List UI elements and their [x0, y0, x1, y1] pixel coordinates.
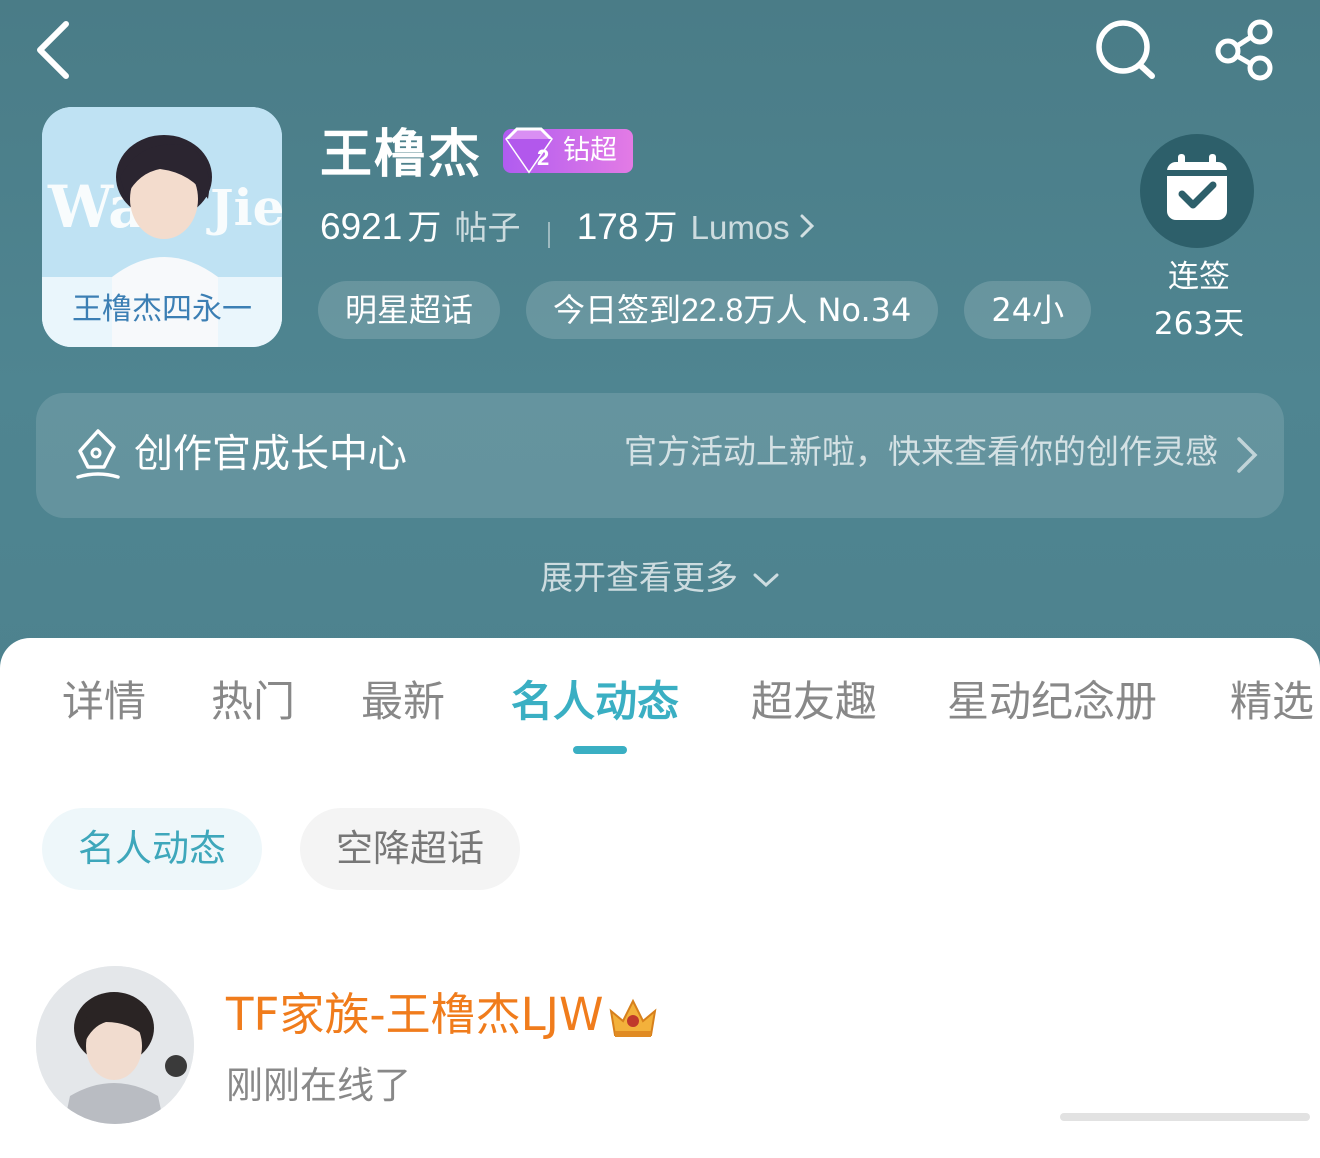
chevron-right-icon: [1237, 437, 1258, 473]
topic-name: 王橹杰: [320, 125, 483, 185]
subtab-celebrity-news[interactable]: 名人动态: [42, 808, 262, 890]
checkin-label: 连签: [1168, 259, 1230, 295]
chevron-down-icon: [753, 573, 779, 587]
tab-featured[interactable]: 精选: [1230, 666, 1314, 738]
calendar-check-icon: [1167, 154, 1227, 220]
tab-latest[interactable]: 最新: [361, 666, 445, 738]
share-icon: [1215, 19, 1273, 81]
svg-text:Jie: Jie: [206, 178, 282, 237]
checkin-days: 263天: [1153, 306, 1245, 342]
fans-count: 178: [576, 206, 639, 247]
checkin-button[interactable]: [1140, 134, 1254, 248]
fans-label[interactable]: Lumos: [691, 209, 790, 247]
tab-star-album[interactable]: 星动纪念册: [947, 666, 1157, 738]
creator-center-subtitle: 官方活动上新啦，快来查看你的创作灵感: [624, 432, 1218, 471]
search-button[interactable]: [1092, 18, 1158, 82]
crown-icon: [610, 998, 657, 1037]
posts-label: 帖子: [454, 208, 521, 247]
tab-bar: 详情 热门 最新 名人动态 超友趣 星动纪念册 精选: [0, 666, 1320, 746]
badge-label: 钻超: [563, 135, 617, 166]
creator-center-title: 创作官成长中心: [134, 432, 408, 477]
topic-stats: 6921 万 帖子 178 万 Lumos: [320, 200, 815, 254]
celebrity-avatar[interactable]: [36, 966, 194, 1124]
tab-fan-fun[interactable]: 超友趣: [751, 666, 877, 738]
expand-more-button[interactable]: 展开查看更多: [0, 548, 1320, 608]
tag-24h[interactable]: 24小: [964, 281, 1092, 339]
expand-label: 展开查看更多: [540, 558, 738, 597]
posts-unit: 万: [407, 208, 442, 248]
posts-count: 6921: [320, 206, 403, 247]
topic-avatar-caption: 王橹杰四永一: [72, 292, 252, 327]
tab-celebrity-news[interactable]: 名人动态: [511, 666, 679, 738]
pen-icon: [76, 429, 120, 479]
topic-avatar-image: Wa Jie 王橹杰四永一: [42, 107, 282, 347]
active-tab-indicator: [573, 746, 627, 754]
search-icon: [1096, 20, 1155, 79]
diamond-icon: 2: [505, 127, 553, 174]
tab-hot[interactable]: 热门: [211, 666, 295, 738]
topic-tags: 明星超话 今日签到22.8万人 No.34 24小: [318, 281, 1128, 339]
creator-center-card[interactable]: 创作官成长中心 官方活动上新啦，快来查看你的创作灵感: [36, 393, 1284, 518]
celebrity-status: 刚刚在线了: [226, 1064, 411, 1107]
back-button[interactable]: [30, 18, 80, 82]
tag-star-topic[interactable]: 明星超话: [318, 281, 501, 339]
celebrity-name[interactable]: TF家族-王橹杰LJW: [226, 983, 661, 1047]
fans-unit: 万: [643, 208, 678, 248]
stats-divider: [547, 221, 550, 248]
super-fan-badge[interactable]: 2 钻超: [503, 127, 633, 174]
back-icon: [37, 21, 69, 79]
home-indicator: [1060, 1113, 1310, 1121]
tab-details[interactable]: 详情: [62, 666, 146, 738]
svg-text:2: 2: [537, 145, 549, 170]
fans-chevron-icon[interactable]: [799, 213, 815, 243]
share-button[interactable]: [1212, 18, 1278, 82]
celebrity-avatar-image: [36, 966, 194, 1124]
content-panel: 详情 热门 最新 名人动态 超友趣 星动纪念册 精选 名人动态 空降超话 TF家…: [0, 638, 1320, 1158]
tag-checkin-rank[interactable]: 今日签到22.8万人 No.34: [526, 281, 939, 339]
topic-avatar[interactable]: Wa Jie 王橹杰四永一: [42, 107, 282, 347]
subtab-airdrop-topic[interactable]: 空降超话: [300, 808, 520, 890]
